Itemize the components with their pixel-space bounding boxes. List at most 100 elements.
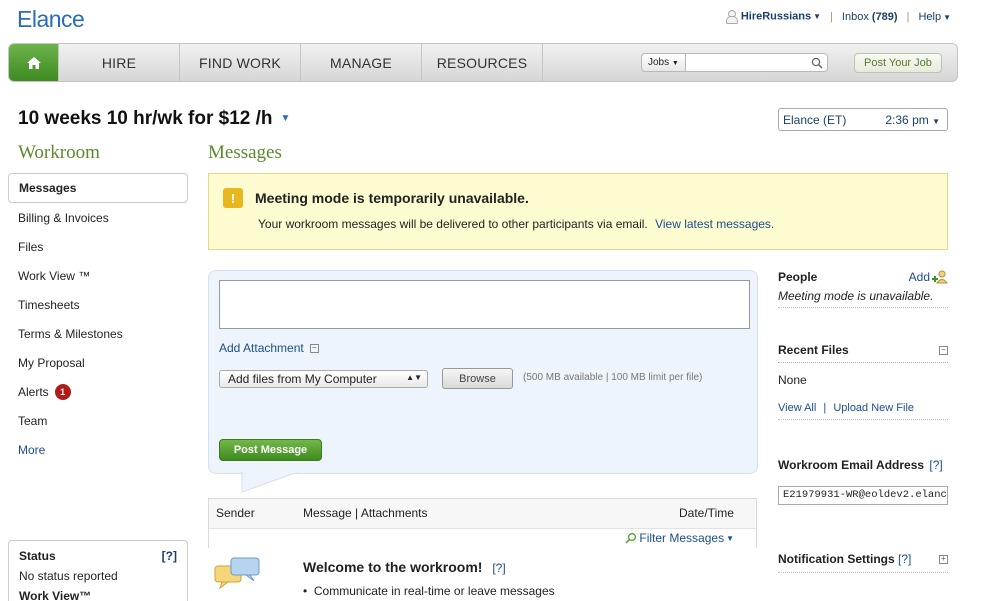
add-person-button[interactable]: Add: [909, 269, 948, 285]
search-input[interactable]: [685, 53, 828, 72]
collapse-icon[interactable]: −: [939, 345, 948, 355]
welcome-bullet: • Communicate in real-time or leave mess…: [303, 584, 555, 598]
sidebar-item-proposal[interactable]: My Proposal: [8, 348, 188, 377]
inbox-label: Inbox: [841, 10, 869, 23]
tab-manage[interactable]: MANAGE: [301, 44, 422, 81]
chevron-down-icon: ▼: [932, 116, 940, 126]
help-label: Help: [918, 10, 942, 23]
notification-help-link[interactable]: [?]: [898, 552, 911, 566]
page-title-text: 10 weeks 10 hr/wk for $12 /h: [18, 108, 273, 129]
user-name: HireRussians: [740, 10, 812, 23]
filter-messages-button[interactable]: Filter Messages ▼: [625, 531, 734, 545]
sidebar-item-alerts[interactable]: Alerts 1: [8, 377, 188, 406]
sidebar-item-billing[interactable]: Billing & Invoices: [8, 203, 188, 232]
status-next: Work View™: [19, 589, 92, 601]
sidebar: Messages Billing & Invoices Files Work V…: [8, 173, 188, 464]
alert-title: Meeting mode is temporarily unavailable.: [255, 190, 529, 206]
chevron-down-icon[interactable]: ▼: [281, 113, 291, 124]
alerts-badge: 1: [54, 383, 71, 400]
chevron-down-icon: ▼: [671, 60, 679, 67]
view-latest-link[interactable]: View latest messages.: [655, 217, 774, 231]
notification-settings-panel: Notification Settings [?] +: [778, 552, 948, 570]
chevron-down-icon: ▼: [943, 12, 951, 22]
sidebar-heading: Workroom: [18, 142, 100, 163]
upload-limit: (500 MB available | 100 MB limit per fil…: [523, 372, 703, 383]
people-panel: People Add Meeting mode is unavailable.: [778, 269, 948, 308]
status-value: No status reported: [19, 569, 118, 583]
search-icon: [625, 532, 637, 544]
email-title: Workroom Email Address: [778, 458, 925, 472]
chevron-down-icon: ▼: [813, 12, 822, 22]
add-attachment-toggle[interactable]: Add Attachment −: [219, 341, 319, 355]
filter-messages-label: Filter Messages: [639, 531, 725, 545]
chat-icon: [214, 557, 260, 590]
browse-button[interactable]: Browse: [442, 368, 513, 389]
email-help-link[interactable]: [?]: [929, 458, 942, 472]
post-message-button[interactable]: Post Message: [219, 439, 322, 461]
page-title[interactable]: 10 weeks 10 hr/wk for $12 /h ▼: [18, 108, 290, 130]
sidebar-item-files[interactable]: Files: [8, 232, 188, 261]
upload-file-link[interactable]: Upload New File: [833, 402, 914, 414]
status-panel: Status [?] No status reported Work View™: [8, 540, 188, 601]
col-date: Date/Time: [679, 506, 734, 520]
view-all-link[interactable]: View All: [778, 402, 816, 414]
col-message: Message | Attachments: [303, 506, 428, 520]
elance-logo[interactable]: Elance: [17, 6, 85, 33]
user-icon: [725, 10, 738, 24]
help-menu[interactable]: Help ▼: [918, 11, 951, 23]
main-heading: Messages: [208, 142, 282, 163]
sidebar-item-terms[interactable]: Terms & Milestones: [8, 319, 188, 348]
timezone-select[interactable]: Elance (ET) 2:36 pm ▼: [778, 108, 948, 131]
inbox-count: (789): [871, 10, 898, 23]
search-group: Jobs ▼: [641, 53, 828, 72]
user-menu[interactable]: HireRussians ▼: [725, 10, 822, 24]
sidebar-item-timesheets[interactable]: Timesheets: [8, 290, 188, 319]
add-files-select[interactable]: Add files from My Computer ▲▼: [219, 370, 428, 388]
meeting-alert: ! Meeting mode is temporarily unavailable…: [208, 173, 948, 250]
notification-title: Notification Settings: [778, 552, 895, 566]
people-title: People: [778, 270, 818, 284]
home-tab[interactable]: [9, 44, 59, 81]
messages-table-header: Sender Message | Attachments Date/Time F…: [208, 498, 757, 548]
divider: |: [823, 402, 827, 414]
message-textarea[interactable]: [219, 280, 750, 329]
tab-resources[interactable]: RESOURCES: [422, 44, 543, 81]
people-note: Meeting mode is unavailable.: [778, 289, 948, 308]
current-time: 2:36 pm: [885, 112, 929, 127]
divider: [778, 572, 948, 573]
alert-body: Your workroom messages will be delivered…: [258, 217, 648, 231]
add-files-label: Add files from My Computer: [228, 372, 377, 386]
sidebar-item-more[interactable]: More: [8, 435, 188, 464]
sidebar-item-team[interactable]: Team: [8, 406, 188, 435]
status-title: Status: [19, 549, 56, 563]
tab-hire[interactable]: HIRE: [59, 44, 180, 81]
post-job-button[interactable]: Post Your Job: [854, 53, 942, 73]
add-user-icon: [932, 270, 948, 284]
sidebar-item-label: Alerts: [18, 384, 49, 399]
search-icon[interactable]: [811, 57, 823, 69]
warning-icon: !: [223, 188, 243, 208]
top-bar: HireRussians ▼ | Inbox (789) | Help ▼: [725, 10, 951, 24]
recent-files-panel: Recent Files − None View All | Upload Ne…: [778, 343, 948, 420]
divider: |: [830, 10, 833, 23]
main-nav: HIRE FIND WORK MANAGE RESOURCES Jobs ▼ P…: [8, 43, 958, 82]
chevron-down-icon: ▼: [726, 533, 734, 543]
timezone-label: Elance (ET): [783, 112, 847, 127]
spinner-icon: ▲▼: [406, 373, 422, 382]
email-panel: Workroom Email Address [?]: [778, 458, 948, 472]
collapse-icon: −: [309, 343, 319, 353]
col-sender: Sender: [216, 506, 255, 520]
sidebar-item-work-view[interactable]: Work View ™: [8, 261, 188, 290]
tab-find-work[interactable]: FIND WORK: [180, 44, 301, 81]
inbox-link[interactable]: Inbox (789): [842, 11, 898, 23]
divider: |: [906, 10, 910, 23]
expand-icon[interactable]: +: [939, 554, 948, 564]
compose-panel: Add Attachment − Add files from My Compu…: [208, 270, 758, 474]
status-help-link[interactable]: [?]: [162, 549, 177, 563]
sidebar-item-messages[interactable]: Messages: [8, 173, 188, 203]
search-scope-select[interactable]: Jobs ▼: [641, 53, 686, 72]
add-person-label: Add: [908, 270, 930, 284]
workroom-email-field[interactable]: E21979931-WR@eoldev2.elance.com: [778, 486, 948, 505]
welcome-help-link[interactable]: [?]: [492, 561, 505, 575]
speech-tail: [241, 472, 299, 493]
